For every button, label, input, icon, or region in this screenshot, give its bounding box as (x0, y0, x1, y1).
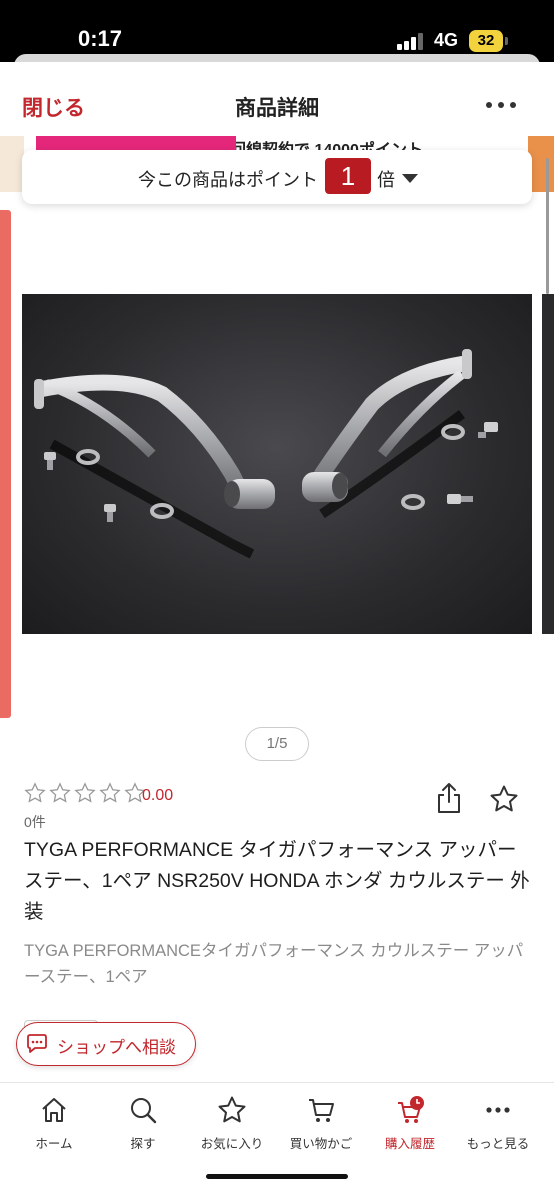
nav-purchase-history[interactable]: 購入履歴 (365, 1095, 455, 1155)
product-detail-sheet: 閉じる 商品詳細 回線契約で 14000ポイント 今この商品はポイント 1 倍 (0, 62, 554, 1200)
product-photo-graphic (34, 349, 498, 559)
nav-search[interactable]: 探す (98, 1095, 188, 1155)
point-multiplier-badge: 1 (325, 158, 371, 194)
nav-cart[interactable]: 買い物かご (276, 1095, 366, 1155)
nav-label: 購入履歴 (384, 1137, 435, 1151)
consult-shop-label: ショップへ相談 (57, 1038, 176, 1057)
more-icon (486, 1107, 510, 1113)
nav-label: ホーム (35, 1137, 73, 1151)
purchase-history-icon (398, 1096, 424, 1123)
home-indicator (206, 1174, 348, 1179)
clock: 0:17 (78, 26, 123, 51)
side-accent-bar (0, 210, 11, 718)
next-product-image-peek[interactable] (542, 294, 554, 634)
search-icon (131, 1098, 157, 1124)
cart-icon (309, 1099, 334, 1122)
point-prefix: 今この商品はポイント (138, 170, 318, 190)
page-title: 商品詳細 (235, 97, 319, 120)
favorite-star-icon[interactable] (489, 784, 519, 814)
nav-label: 探す (130, 1137, 156, 1151)
nav-label: 買い物かご (289, 1137, 353, 1151)
star-outline-icon (74, 782, 96, 803)
consult-shop-button[interactable]: ショップへ相談 (16, 1022, 196, 1066)
point-multiplier-card[interactable]: 今この商品はポイント 1 倍 (22, 150, 532, 204)
caret-down-icon (402, 174, 418, 183)
home-icon (42, 1098, 66, 1122)
battery-tip (505, 37, 508, 45)
status-bar: 0:17 4G 32 (0, 0, 554, 62)
gallery-page-indicator: 1/5 (245, 727, 309, 761)
review-count[interactable]: 0件 (24, 812, 46, 832)
product-subtitle: TYGA PERFORMANCEタイガパフォーマンス カウルステー アッパーステ… (24, 942, 524, 986)
chat-bubble-icon (27, 1034, 47, 1053)
nav-favorites[interactable]: お気に入り (187, 1095, 277, 1155)
header: 閉じる 商品詳細 (0, 62, 554, 136)
point-suffix: 倍 (377, 170, 395, 190)
scroll-indicator (546, 158, 549, 294)
star-outline-icon (49, 782, 71, 803)
nav-home[interactable]: ホーム (9, 1095, 99, 1155)
share-icon[interactable] (436, 782, 462, 814)
product-image[interactable] (22, 294, 532, 634)
battery-icon: 32 (469, 30, 503, 52)
signal-icon (397, 32, 425, 50)
star-icon (218, 1096, 246, 1123)
nav-label: お気に入り (200, 1137, 264, 1151)
star-outline-icon (24, 782, 46, 803)
rating-value: 0.00 (142, 787, 174, 804)
more-options-icon[interactable] (486, 102, 516, 110)
nav-label: もっと見る (466, 1137, 530, 1151)
star-outline-icon (99, 782, 121, 803)
nav-more[interactable]: もっと見る (453, 1095, 543, 1155)
network-type: 4G (434, 30, 459, 50)
product-title: TYGA PERFORMANCE タイガパフォーマンス アッパーステー、1ペア … (24, 839, 530, 923)
banner-left-image (0, 136, 24, 192)
bottom-navigation: ホーム 探す お気に入り 買い物かご 購入履歴 もっと見る (0, 1082, 554, 1200)
